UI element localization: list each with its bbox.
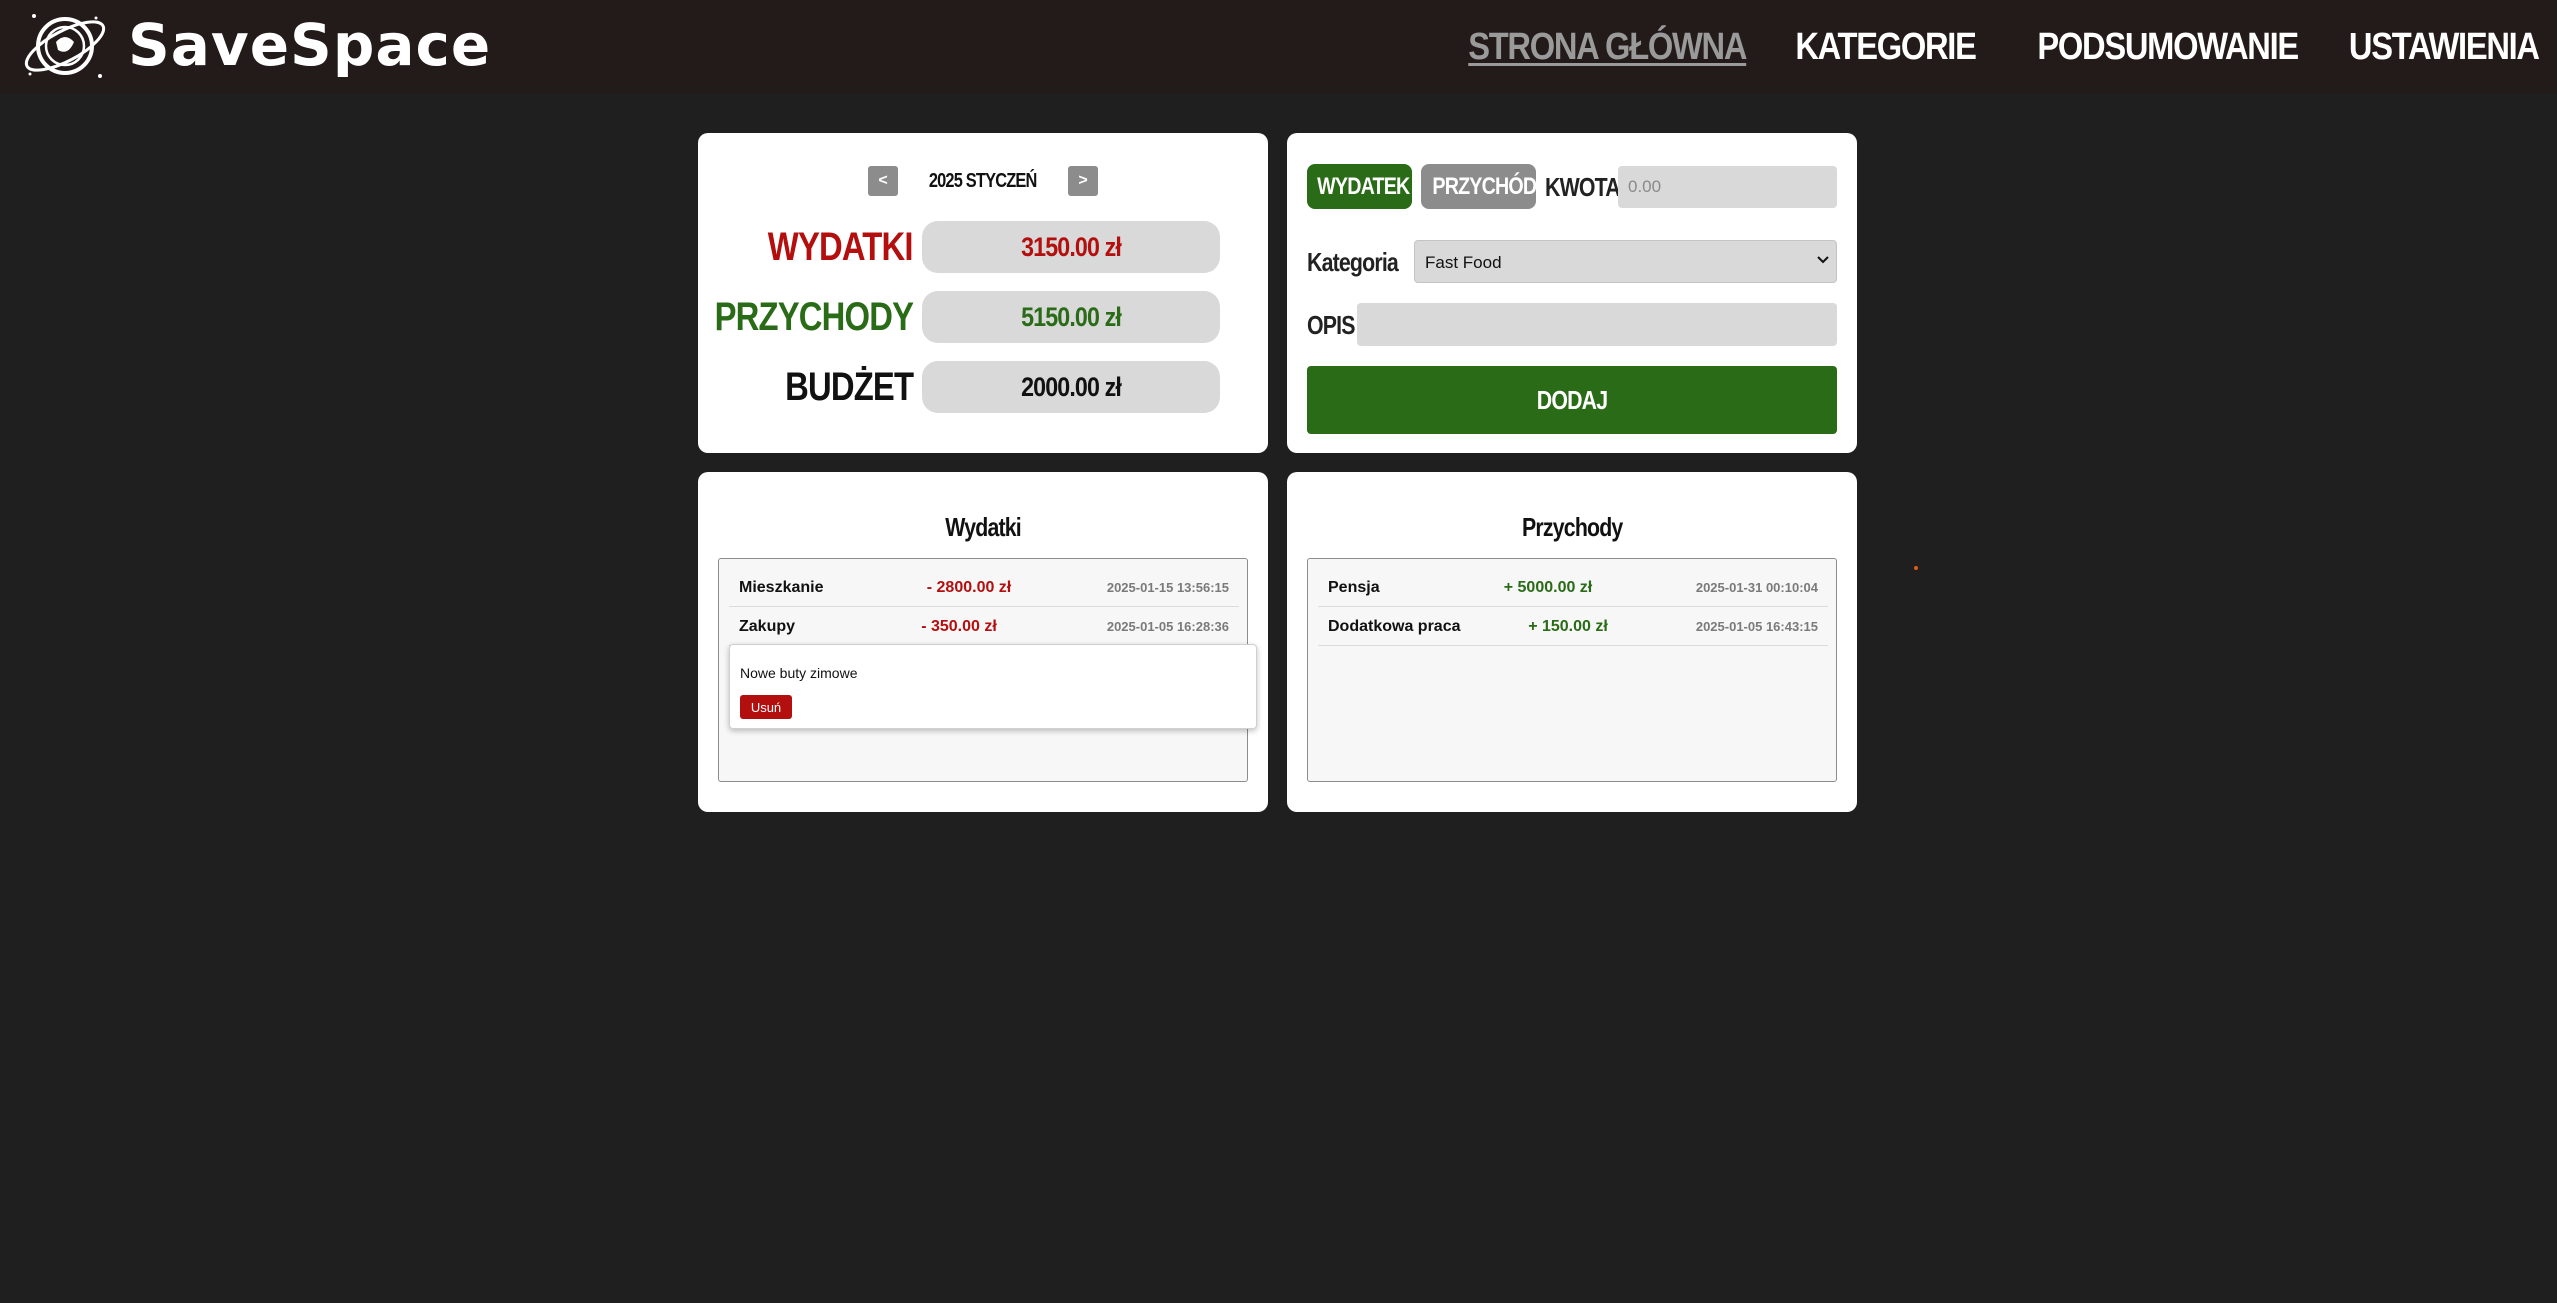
income-row-category: Pensja bbox=[1328, 579, 1380, 596]
expense-row[interactable]: Zakupy - 350.00 zł 2025-01-05 16:28:36 bbox=[729, 608, 1239, 646]
prev-month-button[interactable]: < bbox=[868, 166, 898, 196]
income-total-text: 5150.00 zł bbox=[1021, 302, 1122, 332]
category-select[interactable]: Fast Food bbox=[1414, 240, 1837, 283]
app-brand[interactable]: SaveSpace bbox=[128, 10, 491, 80]
add-transaction-card: WYDATEK PRZYCHÓD KWOTA Kategoria Fast Fo… bbox=[1287, 133, 1857, 453]
expense-row[interactable]: Mieszkanie - 2800.00 zł 2025-01-15 13:56… bbox=[729, 569, 1239, 607]
income-list-title-text: Przychody bbox=[1521, 512, 1623, 542]
top-header: SaveSpace STRONA GŁÓWNA KATEGORIE PODSUM… bbox=[0, 0, 2557, 93]
description-input[interactable] bbox=[1357, 303, 1837, 346]
expenses-list-title-text: Wydatki bbox=[945, 512, 1021, 542]
add-transaction-label: DODAJ bbox=[1536, 384, 1608, 415]
expense-row-date: 2025-01-05 16:28:36 bbox=[1106, 619, 1229, 634]
expense-description: Nowe buty zimowe bbox=[740, 665, 858, 681]
expense-row-category: Mieszkanie bbox=[739, 579, 824, 596]
nav-settings-link[interactable]: USTAWIENIA bbox=[2349, 22, 2540, 72]
category-selected-value: Fast Food bbox=[1425, 253, 1502, 272]
income-row-amount: + 5000.00 zł bbox=[1503, 579, 1593, 596]
expenses-total-text: 3150.00 zł bbox=[1021, 232, 1122, 262]
income-list-title: Przychody bbox=[1287, 510, 1857, 544]
month-label-text: 2025 STYCZEŃ bbox=[929, 170, 1038, 192]
expenses-total-value: 3150.00 zł bbox=[922, 221, 1220, 273]
expenses-total-label: WYDATKI bbox=[768, 225, 914, 269]
income-type-label: PRZYCHÓD bbox=[1432, 173, 1537, 200]
expense-row-amount: - 2800.00 zł bbox=[926, 579, 1012, 596]
expense-type-button[interactable]: WYDATEK bbox=[1307, 164, 1412, 209]
month-label: 2025 STYCZEŃ bbox=[898, 166, 1068, 196]
income-total-label: PRZYCHODY bbox=[714, 295, 913, 339]
category-label: Kategoria bbox=[1307, 247, 1399, 277]
amount-input[interactable] bbox=[1618, 166, 1837, 208]
nav-home-link[interactable]: STRONA GŁÓWNA bbox=[1468, 22, 1747, 72]
income-row-date: 2025-01-31 00:10:04 bbox=[1695, 580, 1818, 595]
income-row[interactable]: Pensja + 5000.00 zł 2025-01-31 00:10:04 bbox=[1318, 569, 1828, 607]
income-list[interactable]: Pensja + 5000.00 zł 2025-01-31 00:10:04 … bbox=[1307, 558, 1837, 782]
income-row-category: Dodatkowa praca bbox=[1328, 618, 1461, 635]
nav-categories-link[interactable]: KATEGORIE bbox=[1795, 22, 1977, 72]
add-transaction-button[interactable]: DODAJ bbox=[1307, 366, 1837, 434]
nav-summary-link[interactable]: PODSUMOWANIE bbox=[2038, 22, 2300, 72]
budget-total-text: 2000.00 zł bbox=[1021, 372, 1122, 402]
stray-dot bbox=[1914, 566, 1918, 570]
expense-details-popup: Nowe buty zimowe Usuń bbox=[729, 644, 1257, 729]
expenses-list-title: Wydatki bbox=[698, 510, 1268, 544]
income-total-value: 5150.00 zł bbox=[922, 291, 1220, 343]
income-row-amount: + 150.00 zł bbox=[1528, 618, 1608, 635]
income-row[interactable]: Dodatkowa praca + 150.00 zł 2025-01-05 1… bbox=[1318, 608, 1828, 646]
expense-row-date: 2025-01-15 13:56:15 bbox=[1106, 580, 1229, 595]
main-nav: STRONA GŁÓWNA KATEGORIE PODSUMOWANIE UST… bbox=[1423, 22, 2540, 72]
delete-expense-button[interactable]: Usuń bbox=[740, 695, 792, 719]
income-list-card: Przychody Pensja + 5000.00 zł 2025-01-31… bbox=[1287, 472, 1857, 812]
budget-total-value: 2000.00 zł bbox=[922, 361, 1220, 413]
month-summary-card: < 2025 STYCZEŃ > WYDATKI 3150.00 zł PRZY… bbox=[698, 133, 1268, 453]
expenses-list-card: Wydatki Mieszkanie - 2800.00 zł 2025-01-… bbox=[698, 472, 1268, 812]
expense-type-label: WYDATEK bbox=[1317, 173, 1410, 200]
expense-row-category: Zakupy bbox=[739, 618, 796, 635]
saturn-planet-icon[interactable] bbox=[20, 4, 110, 88]
income-type-button[interactable]: PRZYCHÓD bbox=[1421, 164, 1537, 209]
next-month-button[interactable]: > bbox=[1068, 166, 1098, 196]
expense-row-amount: - 350.00 zł bbox=[921, 618, 997, 635]
budget-total-label: BUDŻET bbox=[784, 365, 914, 409]
amount-label: KWOTA bbox=[1545, 172, 1621, 202]
description-label: OPIS bbox=[1307, 310, 1355, 340]
income-row-date: 2025-01-05 16:43:15 bbox=[1695, 619, 1818, 634]
chevron-down-icon[interactable] bbox=[1817, 250, 1829, 270]
